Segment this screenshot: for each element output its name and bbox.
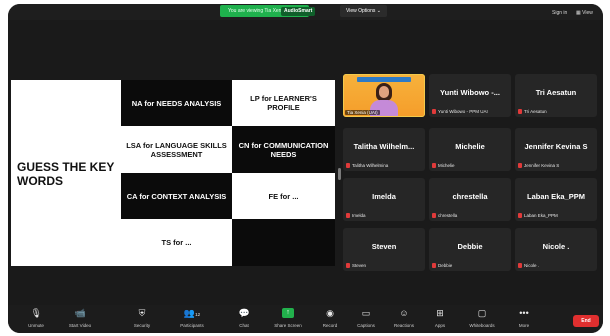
- audiosmart-pill[interactable]: AudioSmart: [281, 7, 316, 16]
- chat-label: Chat: [239, 323, 249, 328]
- participant-label: Jennifer Kevina S: [518, 163, 559, 168]
- start-video-button[interactable]: 📹 Start Video: [58, 308, 102, 328]
- participants-label: Participants: [180, 323, 204, 328]
- shared-screen-slide: GUESS THE KEY WORDS NA for NEEDS ANALYSI…: [11, 80, 335, 266]
- speaker-video-tile[interactable]: Tia Xenia (UAI): [343, 74, 425, 117]
- end-meeting-button[interactable]: End: [573, 315, 599, 327]
- apps-label: Apps: [434, 323, 446, 328]
- unmute-label: Unmute: [28, 323, 44, 328]
- participant-label: chrestella: [432, 213, 457, 218]
- participants-count: 12: [195, 312, 201, 317]
- participant-tile[interactable]: Steven Steven: [343, 228, 425, 271]
- split-view-handle[interactable]: [338, 168, 341, 180]
- participant-name: Steven: [371, 242, 397, 251]
- chat-bubble-icon: 💬: [238, 308, 250, 318]
- mic-muted-icon: [518, 163, 522, 168]
- participant-label: Yunti Wibowo - PPM UAI: [432, 109, 488, 114]
- participant-tile[interactable]: Laban Eka_PPM Laban Eka_PPM: [515, 178, 597, 221]
- mic-muted-icon: [346, 163, 350, 168]
- participant-tile[interactable]: Michelie Michelie: [429, 128, 511, 171]
- mic-muted-icon: [346, 213, 350, 218]
- security-label: Security: [133, 323, 151, 328]
- chat-button[interactable]: 💬 Chat: [222, 308, 266, 328]
- participant-name: Jennifer Kevina S: [524, 142, 588, 151]
- participant-tile[interactable]: Talitha Wilhelm... Talitha Wilhelmina: [343, 128, 425, 171]
- view-button[interactable]: ▦ View: [576, 10, 593, 16]
- whiteboards-button[interactable]: ▢ Whiteboards: [460, 308, 504, 328]
- sign-in-link[interactable]: Sign in: [552, 10, 567, 16]
- cell-blank: [232, 219, 335, 266]
- start-video-label: Start Video: [68, 323, 92, 328]
- video-camera-off-icon: 📹: [74, 308, 86, 318]
- share-screen-icon: ↑: [282, 308, 294, 318]
- mic-muted-icon: [432, 213, 436, 218]
- cell-ts: TS for ...: [121, 219, 232, 266]
- more-dots-icon: •••: [519, 308, 529, 318]
- participant-label: Debbie: [432, 263, 452, 268]
- mic-muted-icon: [518, 109, 522, 114]
- cell-cn: CN for COMMUNICATION NEEDS: [232, 126, 335, 173]
- participant-label: Nicole .: [518, 263, 539, 268]
- participant-tile[interactable]: Yunti Wibowo -... Yunti Wibowo - PPM UAI: [429, 74, 511, 117]
- view-options-button[interactable]: View Options ⌄: [340, 5, 387, 17]
- mic-muted-icon: [518, 263, 522, 268]
- more-button[interactable]: ••• More: [502, 308, 546, 328]
- participant-tile[interactable]: Jennifer Kevina S Jennifer Kevina S: [515, 128, 597, 171]
- mic-muted-icon: [346, 263, 350, 268]
- participant-label: Tri Aesatun: [518, 109, 547, 114]
- participant-name: Laban Eka_PPM: [527, 192, 585, 201]
- participant-name: Nicole .: [542, 242, 570, 251]
- view-label: View: [582, 10, 593, 16]
- mic-muted-icon: [432, 263, 436, 268]
- participant-label: Michelie: [432, 163, 455, 168]
- participants-icon: 👥12: [183, 308, 201, 318]
- active-speaker-border: [343, 74, 425, 117]
- more-label: More: [518, 323, 530, 328]
- mic-muted-icon: [432, 109, 436, 114]
- cell-lsa: LSA for LANGUAGE SKILLS ASSESSMENT: [121, 126, 232, 173]
- participant-tile[interactable]: chrestella chrestella: [429, 178, 511, 221]
- microphone-muted-icon: 🎙: [30, 308, 42, 318]
- record-icon: ◉: [326, 308, 334, 318]
- participant-tile[interactable]: Imelda Imelda: [343, 178, 425, 221]
- whiteboards-label: Whiteboards: [469, 323, 495, 328]
- participant-name: Imelda: [372, 192, 396, 201]
- participant-tile[interactable]: Debbie Debbie: [429, 228, 511, 271]
- unmute-button[interactable]: 🎙 Unmute: [14, 308, 58, 328]
- participant-tile[interactable]: Nicole . Nicole .: [515, 228, 597, 271]
- mic-muted-icon: [518, 213, 522, 218]
- participant-name: chrestella: [452, 192, 488, 201]
- participant-label: Talitha Wilhelmina: [346, 163, 388, 168]
- participant-name: Tri Aesatun: [535, 88, 577, 97]
- whiteboard-icon: ▢: [477, 308, 487, 318]
- participant-name: Yunti Wibowo -...: [440, 88, 500, 97]
- apps-button[interactable]: ⊞ Apps: [418, 308, 462, 328]
- zoom-meeting-window: You are viewing Tia Xenia's screen Audio…: [8, 4, 603, 333]
- participant-label: Laban Eka_PPM: [518, 213, 558, 218]
- cell-fe: FE for ...: [232, 173, 335, 219]
- participant-name: Debbie: [457, 242, 483, 251]
- participant-name: Talitha Wilhelm...: [353, 142, 415, 151]
- cell-lp: LP for LEARNER'S PROFILE: [232, 80, 335, 126]
- top-bar: You are viewing Tia Xenia's screen Audio…: [8, 4, 603, 20]
- security-button[interactable]: ⛨ Security: [120, 308, 164, 328]
- participant-tile[interactable]: Tri Aesatun Tri Aesatun: [515, 74, 597, 117]
- shield-icon: ⛨: [138, 308, 146, 318]
- participants-button[interactable]: 👥12 Participants: [170, 308, 214, 328]
- cell-ca: CA for CONTEXT ANALYSIS: [121, 173, 232, 219]
- meeting-controls-toolbar: 🎙 Unmute 📹 Start Video ⛨ Security 👥12 Pa…: [8, 305, 603, 333]
- cell-na: NA for NEEDS ANALYSIS: [121, 80, 232, 126]
- share-screen-button[interactable]: ↑ Share Screen: [266, 308, 310, 328]
- screenshot-frame: You are viewing Tia Xenia's screen Audio…: [0, 0, 610, 336]
- captions-icon: ▭: [361, 308, 371, 318]
- apps-icon: ⊞: [436, 308, 444, 318]
- participant-label: Imelda: [346, 213, 366, 218]
- smiley-icon: ☺: [399, 308, 409, 318]
- participant-label: Steven: [346, 263, 366, 268]
- mic-muted-icon: [432, 163, 436, 168]
- participant-name: Michelie: [455, 142, 485, 151]
- share-screen-label: Share Screen: [274, 323, 302, 328]
- slide-title: GUESS THE KEY WORDS: [17, 160, 115, 188]
